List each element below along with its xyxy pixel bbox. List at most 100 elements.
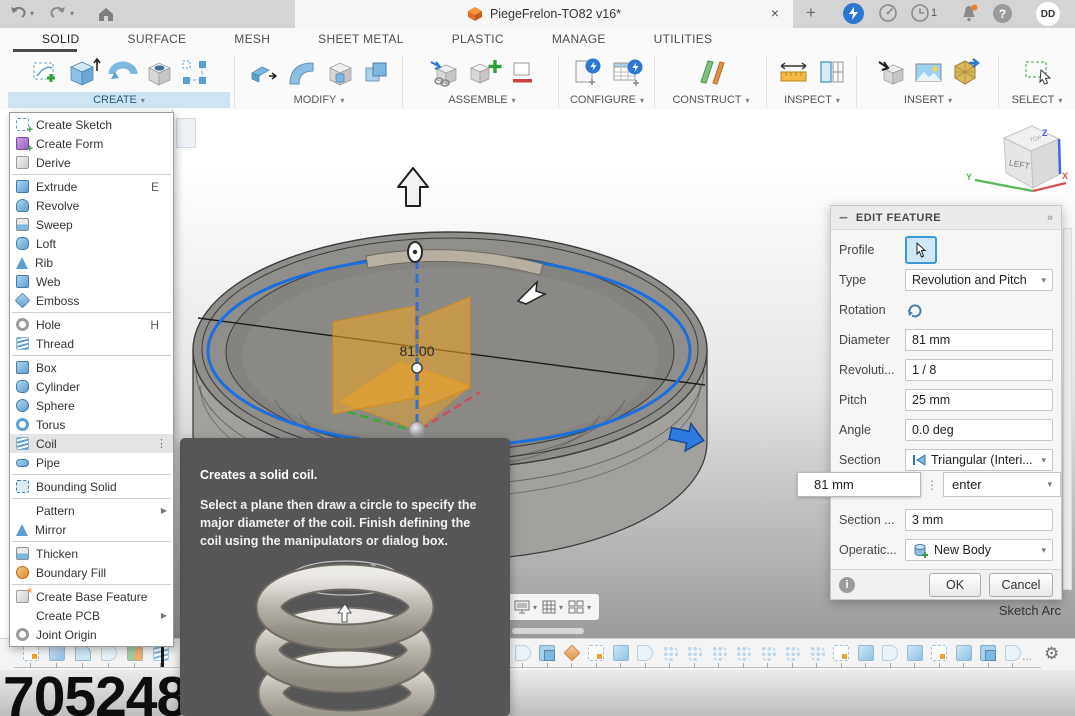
section-size-input[interactable]: 3 mm [905, 509, 1053, 531]
collapse-icon[interactable]: – [839, 209, 848, 227]
expand-icon[interactable]: » [1047, 212, 1053, 224]
inspect-dropdown[interactable]: INSPECT▾ [770, 92, 854, 108]
menu-item-rib[interactable]: Rib [10, 253, 173, 272]
avatar[interactable]: DD [1036, 2, 1060, 26]
rotation-direction-icon[interactable] [905, 301, 924, 320]
menu-item-mirror[interactable]: Mirror [10, 520, 173, 539]
timeline-feature-pattern[interactable] [808, 645, 825, 668]
tab-manage[interactable]: MANAGE [528, 28, 630, 52]
rigid-group-icon[interactable] [509, 59, 536, 86]
viewcube[interactable]: TOP LEFT Y X Z [966, 126, 1068, 191]
menu-item-boundary-fill[interactable]: Boundary Fill [10, 563, 173, 582]
profile-select-button[interactable] [905, 236, 937, 264]
extensions-bolt-icon[interactable] [843, 3, 864, 24]
hole-icon[interactable] [144, 57, 175, 88]
dialog-header[interactable]: – EDIT FEATURE » [831, 206, 1061, 230]
menu-item-loft[interactable]: Loft [10, 234, 173, 253]
cancel-button[interactable]: Cancel [989, 573, 1053, 597]
origin-point-handle[interactable] [409, 422, 425, 438]
revolutions-input[interactable]: 1 / 8 [905, 359, 1053, 381]
redo-icon[interactable] [48, 4, 68, 24]
timeline-feature-extrude[interactable] [857, 645, 874, 668]
dimension-value-input[interactable]: 81 mm [797, 472, 921, 497]
menu-item-thicken[interactable]: Thicken [10, 544, 173, 563]
assemble-dropdown[interactable]: ASSEMBLE▾ [408, 92, 556, 108]
undo-icon[interactable] [8, 4, 28, 24]
measure-icon[interactable] [777, 56, 810, 89]
history-clock-icon[interactable] [911, 4, 930, 23]
menu-item-thread[interactable]: Thread [10, 334, 173, 353]
timeline-feature-revolve[interactable] [514, 645, 531, 668]
menu-item-coil[interactable]: Coil⋮ [10, 434, 173, 453]
timeline-feature-extrude[interactable] [906, 645, 923, 668]
pin-dots-icon[interactable]: ⋮ [156, 437, 167, 450]
timeline-feature-pattern[interactable] [710, 645, 727, 668]
undo-caret-icon[interactable]: ▾ [30, 9, 34, 18]
section-analysis-icon[interactable] [816, 57, 847, 88]
timeline-feature-sketch[interactable] [931, 645, 948, 668]
joint-icon[interactable] [466, 54, 503, 91]
drag-handle-icon[interactable]: ⋮ [921, 478, 943, 492]
combine-icon[interactable] [361, 58, 390, 87]
timeline-feature-combine[interactable] [539, 645, 556, 668]
info-icon[interactable]: i [839, 577, 855, 593]
menu-item-hole[interactable]: HoleH [10, 315, 173, 334]
revolve-icon[interactable] [107, 57, 138, 88]
menu-item-joint-origin[interactable]: Joint Origin [10, 625, 173, 644]
insert-mesh-icon[interactable] [876, 57, 907, 88]
timeline-feature-combine[interactable] [980, 645, 997, 668]
tab-utilities[interactable]: UTILITIES [630, 28, 737, 52]
rectangular-pattern-icon[interactable] [181, 59, 208, 86]
timeline-feature-extrude[interactable] [955, 645, 972, 668]
timeline-feature-sketch[interactable] [588, 645, 605, 668]
viewports-button[interactable]: ▾ [567, 599, 591, 615]
shell-icon[interactable] [326, 58, 355, 87]
menu-item-derive[interactable]: Derive [10, 153, 173, 172]
mcmaster-icon[interactable] [950, 57, 981, 88]
menu-item-create-base-feature[interactable]: Create Base Feature [10, 587, 173, 606]
create-dropdown[interactable]: CREATE▾ [8, 92, 230, 108]
menu-item-sphere[interactable]: Sphere [10, 396, 173, 415]
menu-item-torus[interactable]: Torus [10, 415, 173, 434]
modify-dropdown[interactable]: MODIFY▾ [240, 92, 398, 108]
menu-item-pipe[interactable]: Pipe [10, 453, 173, 472]
operation-select[interactable]: New Body▾ [905, 539, 1053, 561]
menu-item-create-pcb[interactable]: Create PCB▶ [10, 606, 173, 625]
menu-item-web[interactable]: Web [10, 272, 173, 291]
dialog-scrollbar[interactable] [1063, 228, 1072, 590]
timeline-feature-pattern[interactable] [661, 645, 678, 668]
timeline-feature-pattern[interactable] [759, 645, 776, 668]
timeline-feature-appearance[interactable] [563, 645, 580, 668]
help-icon[interactable]: ? [993, 4, 1012, 23]
add-tab-icon[interactable]: + [806, 3, 816, 23]
timeline-feature-pattern[interactable] [735, 645, 752, 668]
new-component-icon[interactable] [429, 57, 460, 88]
close-tab-icon[interactable]: × [771, 5, 779, 21]
gear-icon[interactable]: ⚙ [1044, 644, 1059, 664]
ok-button[interactable]: OK [929, 573, 981, 597]
timeline-feature-revolve[interactable] [1004, 645, 1021, 668]
extrude-icon[interactable] [64, 54, 101, 91]
type-select[interactable]: Revolution and Pitch▾ [905, 269, 1053, 291]
select-icon[interactable] [1022, 57, 1053, 88]
menu-item-pattern[interactable]: Pattern▶ [10, 501, 173, 520]
menu-item-create-sketch[interactable]: Create Sketch [10, 115, 173, 134]
display-settings-button[interactable]: ▾ [513, 599, 537, 615]
angle-input[interactable]: 0.0 deg [905, 419, 1053, 441]
press-pull-icon[interactable] [248, 58, 277, 87]
menu-item-bounding-solid[interactable]: Bounding Solid [10, 477, 173, 496]
axis-handle[interactable] [412, 363, 422, 373]
menu-item-box[interactable]: Box [10, 358, 173, 377]
menu-item-create-form[interactable]: Create Form [10, 134, 173, 153]
tab-sheet-metal[interactable]: SHEET METAL [294, 28, 428, 52]
document-tab[interactable]: PiegeFrelon-TO82 v16* × [295, 0, 793, 28]
job-status-icon[interactable] [879, 4, 898, 23]
menu-item-revolve[interactable]: Revolve [10, 196, 173, 215]
menu-item-extrude[interactable]: ExtrudeE [10, 177, 173, 196]
diameter-input[interactable]: 81 mm [905, 329, 1053, 351]
timeline-feature-revolve[interactable] [637, 645, 654, 668]
section-position-select[interactable]: enter▾ [943, 472, 1061, 497]
section-select[interactable]: Triangular (Interi...▾ [905, 449, 1053, 471]
timeline-feature-pattern[interactable] [784, 645, 801, 668]
home-icon[interactable] [96, 4, 116, 24]
